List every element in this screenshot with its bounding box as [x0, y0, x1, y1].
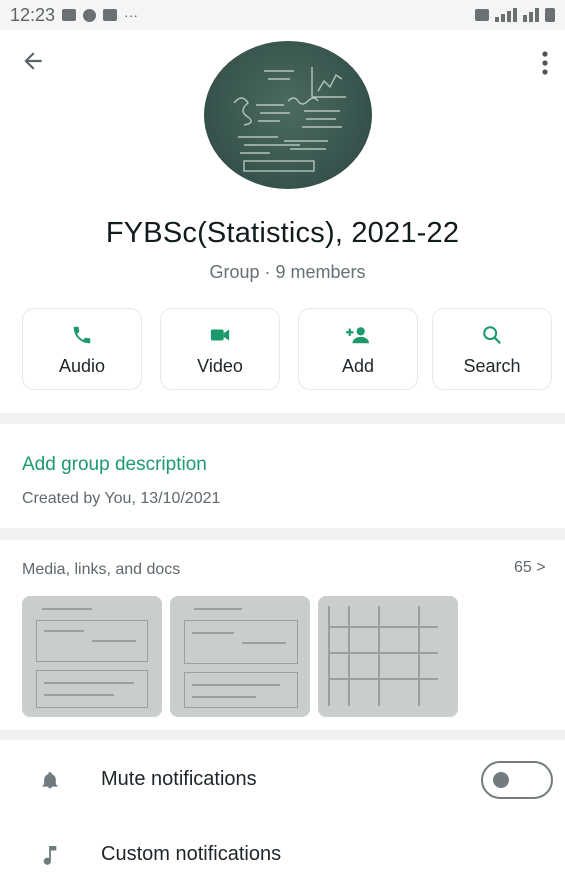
add-person-icon: [346, 327, 369, 344]
status-time: 12:23: [10, 4, 56, 25]
audio-call-button[interactable]: Audio: [22, 308, 142, 390]
bell-icon: [38, 768, 62, 792]
add-member-button[interactable]: Add: [298, 308, 418, 390]
created-by-text: Created by You, 13/10/2021: [22, 490, 221, 507]
more-notifications-icon: ···: [124, 7, 139, 23]
media-thumbnail[interactable]: [318, 596, 458, 717]
description-section: [0, 424, 565, 528]
media-count[interactable]: 65 >: [514, 559, 546, 577]
group-member-count: Group · 9 members: [209, 262, 366, 282]
toggle-knob: [493, 772, 509, 788]
kebab-menu-icon: [542, 51, 548, 75]
chalkboard-image: [233, 67, 346, 172]
add-group-description-link[interactable]: Add group description: [22, 454, 207, 476]
gallery-notification-icon: [62, 9, 77, 21]
search-icon: [483, 326, 502, 345]
add-label: Add: [341, 356, 375, 376]
media-thumbnail[interactable]: [170, 596, 310, 717]
notification-settings: [0, 740, 565, 888]
status-bar: 12:23 ···: [0, 0, 565, 30]
battery-icon: [545, 8, 555, 22]
group-name[interactable]: FYBSc(Statistics), 2021-22: [0, 217, 565, 250]
message-notification-icon: [103, 9, 118, 21]
video-camera-icon: [210, 329, 230, 341]
signal-icon-2: [523, 8, 539, 22]
group-avatar[interactable]: [204, 41, 372, 189]
back-button[interactable]: [16, 44, 50, 78]
video-call-button[interactable]: Video: [160, 308, 280, 390]
quick-actions: Audio Video Add Search: [22, 308, 557, 390]
search-label: Search: [463, 356, 521, 376]
mute-notifications-toggle[interactable]: [481, 761, 553, 799]
video-label: Video: [197, 356, 243, 376]
alarm-icon: [475, 9, 489, 21]
more-options-button[interactable]: [530, 46, 560, 80]
mute-notifications-label[interactable]: Mute notifications: [101, 768, 257, 791]
custom-notifications-label[interactable]: Custom notifications: [101, 843, 281, 866]
audio-label: Audio: [58, 356, 106, 376]
search-button[interactable]: Search: [432, 308, 552, 390]
media-links-docs-title[interactable]: Media, links, and docs: [22, 561, 180, 579]
music-note-icon: [38, 843, 62, 867]
phone-icon: [73, 326, 91, 344]
media-thumbnail[interactable]: [22, 596, 162, 717]
arrow-left-icon: [24, 52, 42, 70]
signal-icon: [495, 8, 517, 22]
sync-notification-icon: [83, 8, 97, 22]
